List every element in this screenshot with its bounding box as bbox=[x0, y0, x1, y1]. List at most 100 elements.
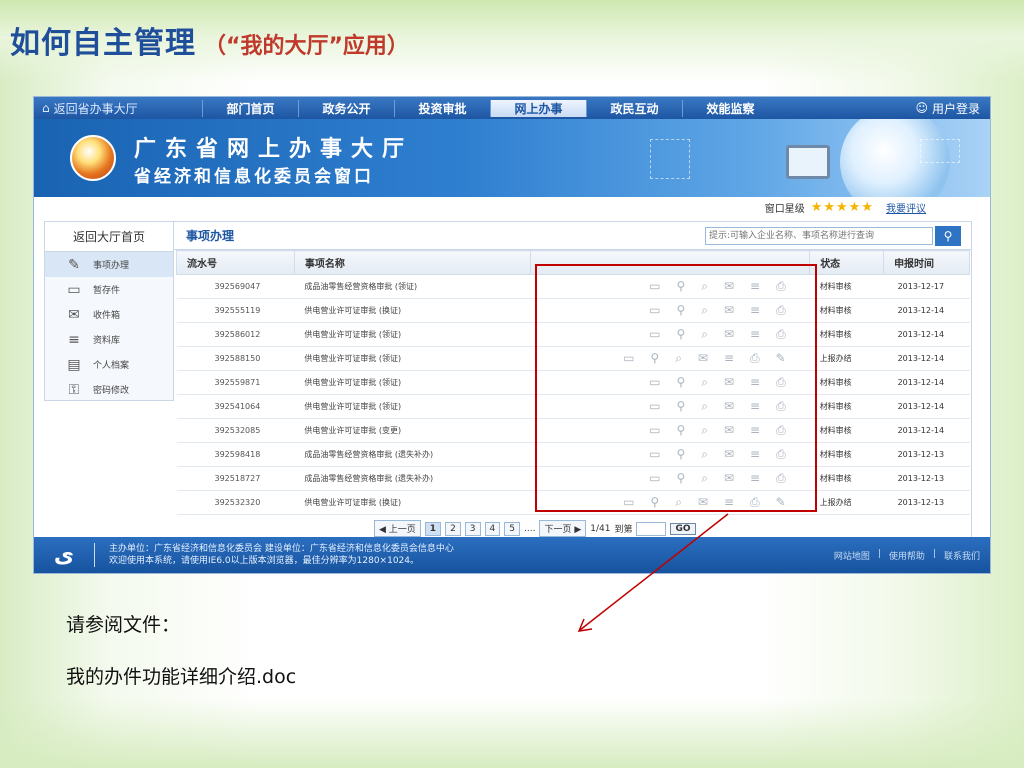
serial-cell: 392518727 bbox=[176, 466, 295, 491]
help-link[interactable]: 使用帮助 bbox=[889, 549, 925, 562]
sidebar-item-handling[interactable]: ✎ 事项办理 bbox=[45, 252, 173, 277]
mail-icon: ✉ bbox=[68, 306, 80, 323]
nav-item-investment[interactable]: 投资审批 bbox=[394, 99, 490, 117]
date-cell: 2013-12-13 bbox=[883, 442, 970, 467]
sidebar-item-label: 个人档案 bbox=[93, 361, 130, 371]
next-page-button[interactable]: 下一页 ▶ bbox=[539, 520, 587, 537]
sidebar-item-library[interactable]: ≡ 资料库 bbox=[45, 327, 173, 352]
slide-title-main: 如何自主管理 bbox=[10, 26, 196, 61]
date-cell: 2013-12-14 bbox=[883, 298, 970, 323]
user-login-label: 用户登录 bbox=[931, 101, 980, 116]
page-jump-input[interactable] bbox=[636, 521, 667, 536]
save-icon: ▭ bbox=[67, 281, 81, 298]
portal-screenshot: ⌂ 返回省办事大厅 部门首页 政务公开 投资审批 网上办事 政民互动 效能监察 … bbox=[33, 96, 991, 574]
nav-item-dept-home[interactable]: 部门首页 bbox=[202, 99, 298, 117]
status-cell: 材料审核 bbox=[809, 394, 884, 419]
page-2-button[interactable]: 2 bbox=[445, 521, 461, 536]
page-4-button[interactable]: 4 bbox=[484, 521, 501, 536]
date-cell: 2013-12-14 bbox=[883, 418, 970, 443]
status-cell: 材料审核 bbox=[809, 442, 884, 467]
sidebar-item-password[interactable]: ⚿ 密码修改 bbox=[45, 377, 173, 402]
item-name-cell: 供电营业许可证审批 (领证) bbox=[294, 346, 530, 371]
status-cell: 材料审核 bbox=[809, 322, 884, 347]
date-cell: 2013-12-17 bbox=[883, 274, 970, 299]
item-name-cell: 成品油零售经营资格审批 (领证) bbox=[294, 274, 530, 299]
date-cell: 2013-12-14 bbox=[883, 346, 970, 371]
comment-link[interactable]: 我要评议 bbox=[886, 200, 926, 215]
serial-cell: 392569047 bbox=[176, 274, 295, 299]
footer-divider bbox=[94, 543, 95, 567]
search-button[interactable]: ⚲ bbox=[935, 225, 961, 246]
back-to-hall-button[interactable]: 返回大厅首页 bbox=[45, 222, 173, 252]
banner: 广东省网上办事大厅 省经济和信息化委员会窗口 bbox=[34, 119, 990, 197]
sidebar-item-label: 收件箱 bbox=[93, 311, 121, 321]
status-cell: 上报办结 bbox=[809, 490, 884, 515]
sitemap-link[interactable]: 网站地图 bbox=[834, 549, 870, 562]
panel-header: 事项办理 ⚲ bbox=[174, 222, 971, 250]
nav-home-label: 返回省办事大厅 bbox=[53, 101, 138, 116]
date-cell: 2013-12-13 bbox=[883, 490, 970, 515]
footer-line-2: 欢迎使用本系统，请使用IE6.0以上版本浏览器，最佳分辨率为1280×1024。 bbox=[109, 556, 420, 566]
date-cell: 2013-12-14 bbox=[883, 322, 970, 347]
sidebar-item-inbox[interactable]: ✉ 收件箱 bbox=[45, 302, 173, 327]
item-name-cell: 供电营业许可证审批 (领证) bbox=[294, 370, 530, 395]
col-status: 状态 bbox=[809, 250, 885, 275]
slide-title-sub: （“我的大厅”应用） bbox=[204, 34, 409, 59]
serial-cell: 392598418 bbox=[176, 442, 295, 467]
main-content: 返回大厅首页 ✎ 事项办理 ▭ 暂存件 ✉ 收件箱 ≡ 资料库 ▤ 个人档案 ⚿… bbox=[34, 217, 990, 547]
pagination: ◀ 上一页 1 2 3 4 5 .... 下一页 ▶ 1/41 到第 GO bbox=[374, 520, 696, 537]
search-icon: ⚲ bbox=[943, 228, 953, 243]
item-name-cell: 供电营业许可证审批 (换证) bbox=[294, 490, 530, 515]
col-date: 申报时间 bbox=[883, 250, 970, 275]
sidebar-item-label: 暂存件 bbox=[93, 286, 121, 296]
status-cell: 材料审核 bbox=[809, 274, 884, 299]
nav-item-interaction[interactable]: 政民互动 bbox=[586, 99, 682, 117]
nav-item-gov-open[interactable]: 政务公开 bbox=[298, 99, 394, 117]
search-box: ⚲ bbox=[705, 225, 961, 246]
page-5-button[interactable]: 5 bbox=[504, 521, 520, 536]
slide-title: 如何自主管理 （“我的大厅”应用） bbox=[10, 18, 409, 62]
item-name-cell: 供电营业许可证审批 (领证) bbox=[294, 394, 530, 419]
serial-cell: 392532320 bbox=[176, 490, 295, 515]
serial-cell: 392532085 bbox=[176, 418, 295, 443]
footer-links: 网站地图 | 使用帮助 | 联系我们 bbox=[834, 549, 990, 562]
page-ellipsis: .... bbox=[524, 523, 536, 534]
nav-item-online-service[interactable]: 网上办事 bbox=[490, 99, 586, 117]
sidebar-item-label: 资料库 bbox=[93, 336, 121, 346]
callout-box bbox=[535, 264, 817, 512]
sidebar-item-profile[interactable]: ▤ 个人档案 bbox=[45, 352, 173, 377]
panel-title: 事项办理 bbox=[186, 229, 235, 243]
sidebar-item-label: 事项办理 bbox=[93, 261, 130, 271]
banner-decoration bbox=[650, 139, 690, 179]
serial-cell: 392555119 bbox=[176, 298, 295, 323]
go-button[interactable]: GO bbox=[670, 522, 696, 535]
note-file-link[interactable]: 我的办件功能详细介绍.doc bbox=[66, 662, 296, 689]
contact-link[interactable]: 联系我们 bbox=[944, 549, 980, 562]
edit-icon: ✎ bbox=[68, 256, 80, 273]
banner-subtitle: 省经济和信息化委员会窗口 bbox=[134, 167, 374, 187]
item-name-cell: 供电营业许可证审批 (领证) bbox=[294, 322, 530, 347]
sidebar-item-drafts[interactable]: ▭ 暂存件 bbox=[45, 277, 173, 302]
date-cell: 2013-12-13 bbox=[883, 466, 970, 491]
rating-stars: ★★★★★ bbox=[810, 199, 874, 215]
footer-link-sep: | bbox=[932, 548, 936, 559]
key-icon: ⚿ bbox=[68, 381, 80, 398]
nav-item-efficiency[interactable]: 效能监察 bbox=[682, 99, 778, 117]
prev-page-button[interactable]: ◀ 上一页 bbox=[374, 520, 421, 537]
jump-label: 到第 bbox=[614, 525, 633, 535]
footer-logo: ى bbox=[53, 542, 75, 568]
col-name: 事项名称 bbox=[293, 250, 531, 275]
status-cell: 材料审核 bbox=[809, 418, 884, 443]
status-cell: 材料审核 bbox=[809, 370, 884, 395]
footer-link-sep: | bbox=[877, 548, 881, 559]
search-input[interactable] bbox=[705, 226, 933, 245]
nav-home-link[interactable]: ⌂ 返回省办事大厅 bbox=[34, 100, 202, 117]
user-login-link[interactable]: ☺ 用户登录 bbox=[915, 100, 990, 117]
note-see-file: 请参阅文件： bbox=[66, 614, 181, 636]
window-rating: 窗口星级 ★★★★★ 我要评议 bbox=[34, 197, 990, 217]
id-card-icon: ▤ bbox=[67, 356, 81, 373]
serial-cell: 392586012 bbox=[176, 322, 295, 347]
page-1-button[interactable]: 1 bbox=[424, 521, 442, 536]
status-cell: 上报办结 bbox=[809, 346, 884, 371]
page-3-button[interactable]: 3 bbox=[464, 521, 481, 536]
